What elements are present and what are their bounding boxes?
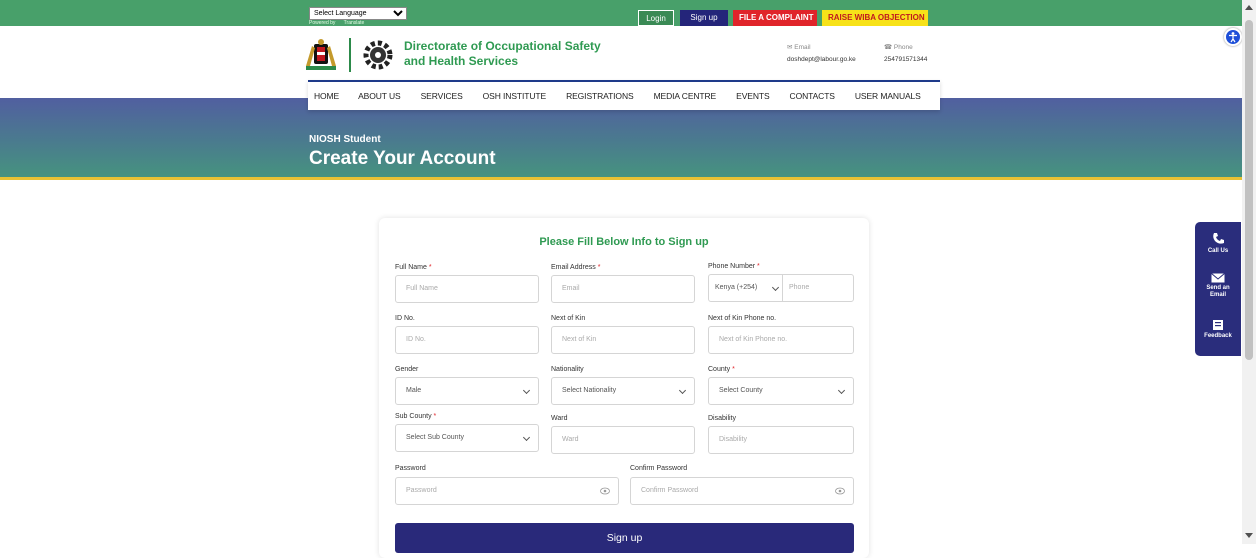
gear-logo-icon[interactable] [360,38,396,72]
header-email: ✉ Email doshdept@labour.go.ke [787,42,856,66]
scroll-up-icon[interactable] [1245,5,1253,10]
nav-registrations[interactable]: REGISTRATIONS [566,91,634,101]
chevron-down-icon [771,283,780,292]
nav-home[interactable]: HOME [314,91,339,101]
sub-county-label: Sub County * [395,413,437,420]
form-title: Please Fill Below Info to Sign up [539,236,709,248]
ward-input[interactable]: Ward [551,426,695,454]
phone-field: Kenya (+254) Phone [708,274,854,302]
feedback-icon [1213,320,1223,330]
kin-phone-input[interactable]: Next of Kin Phone no. [708,326,854,354]
top-bar: Select Language Powered by Translate Log… [0,0,1256,26]
full-name-label: Full Name * [395,264,432,271]
eye-icon[interactable] [600,487,610,495]
county-label: County * [708,366,735,373]
next-of-kin-label: Next of Kin [551,315,586,322]
signup-submit-button[interactable]: Sign up [395,523,854,553]
kin-phone-label: Next of Kin Phone no. [708,315,777,322]
feedback-button[interactable]: Feedback [1195,319,1241,340]
ward-label: Ward [551,415,568,422]
eye-icon[interactable] [835,487,845,495]
email-label: Email Address * [551,264,601,271]
page-title: Create Your Account [309,148,496,169]
raise-objection-button[interactable]: RAISE WIBA OBJECTION [822,10,928,26]
id-no-label: ID No. [395,315,415,322]
confirm-password-input[interactable]: Confirm Password [630,477,854,505]
disability-label: Disability [708,415,737,422]
nav-events[interactable]: EVENTS [736,91,770,101]
next-of-kin-input[interactable]: Next of Kin [551,326,695,354]
phone-input[interactable]: Phone [789,275,809,301]
nav-contacts[interactable]: CONTACTS [790,91,835,101]
gender-label: Gender [395,366,419,373]
nav-services[interactable]: SERVICES [421,91,463,101]
coat-of-arms-logo[interactable] [302,38,340,72]
email-value[interactable]: doshdept@labour.go.ke [787,54,856,66]
phone-icon [1213,233,1224,244]
main-nav: HOME ABOUT US SERVICES OSH INSTITUTE REG… [308,80,940,110]
phone-label: Phone Number * [708,263,760,270]
signup-form-card: Please Fill Below Info to Sign up Full N… [379,218,869,558]
scroll-thumb[interactable] [1245,20,1253,360]
chevron-down-icon [678,386,687,395]
disability-input[interactable]: Disability [708,426,854,454]
send-email-button[interactable]: Send an Email [1195,273,1241,299]
password-input[interactable]: Password [395,477,619,505]
full-name-input[interactable]: Full Name [395,275,539,303]
envelope-icon [1211,273,1225,283]
nationality-select[interactable]: Select Nationality [551,377,695,405]
page-scrollbar[interactable] [1242,0,1256,544]
nationality-label: Nationality [551,366,584,373]
password-label: Password [395,465,426,472]
language-selector[interactable]: Select Language Powered by Translate [309,2,407,26]
call-us-button[interactable]: Call Us [1195,232,1241,255]
nav-media-centre[interactable]: MEDIA CENTRE [654,91,717,101]
accessibility-icon[interactable] [1224,28,1242,46]
file-complaint-button[interactable]: FILE A COMPLAINT [733,10,817,26]
gender-select[interactable]: Male [395,377,539,405]
country-code-select[interactable]: Kenya (+254) [709,275,783,301]
login-button[interactable]: Login [638,10,674,26]
email-input[interactable]: Email [551,275,695,303]
chevron-down-icon [837,386,846,395]
hero-banner: NIOSH Student Create Your Account [0,98,1256,180]
confirm-password-label: Confirm Password [630,465,688,472]
language-select[interactable]: Select Language [309,7,407,20]
logo-divider [349,38,351,72]
nav-osh-institute[interactable]: OSH INSTITUTE [483,91,547,101]
chevron-down-icon [522,433,531,442]
contact-side-widget: Call Us Send an Email Feedback [1195,222,1241,356]
id-no-input[interactable]: ID No. [395,326,539,354]
sub-county-select[interactable]: Select Sub County [395,424,539,452]
nav-user-manuals[interactable]: USER MANUALS [855,91,921,101]
organization-title[interactable]: Directorate of Occupational Safety and H… [404,39,601,69]
header-phone: ☎ Phone 254791571344 [884,42,927,66]
hero-subtitle: NIOSH Student [309,134,381,145]
signup-top-button[interactable]: Sign up [680,10,728,26]
phone-value[interactable]: 254791571344 [884,54,927,66]
nav-about-us[interactable]: ABOUT US [358,91,401,101]
chevron-down-icon [522,386,531,395]
county-select[interactable]: Select County [708,377,854,405]
scroll-down-icon[interactable] [1245,533,1253,538]
